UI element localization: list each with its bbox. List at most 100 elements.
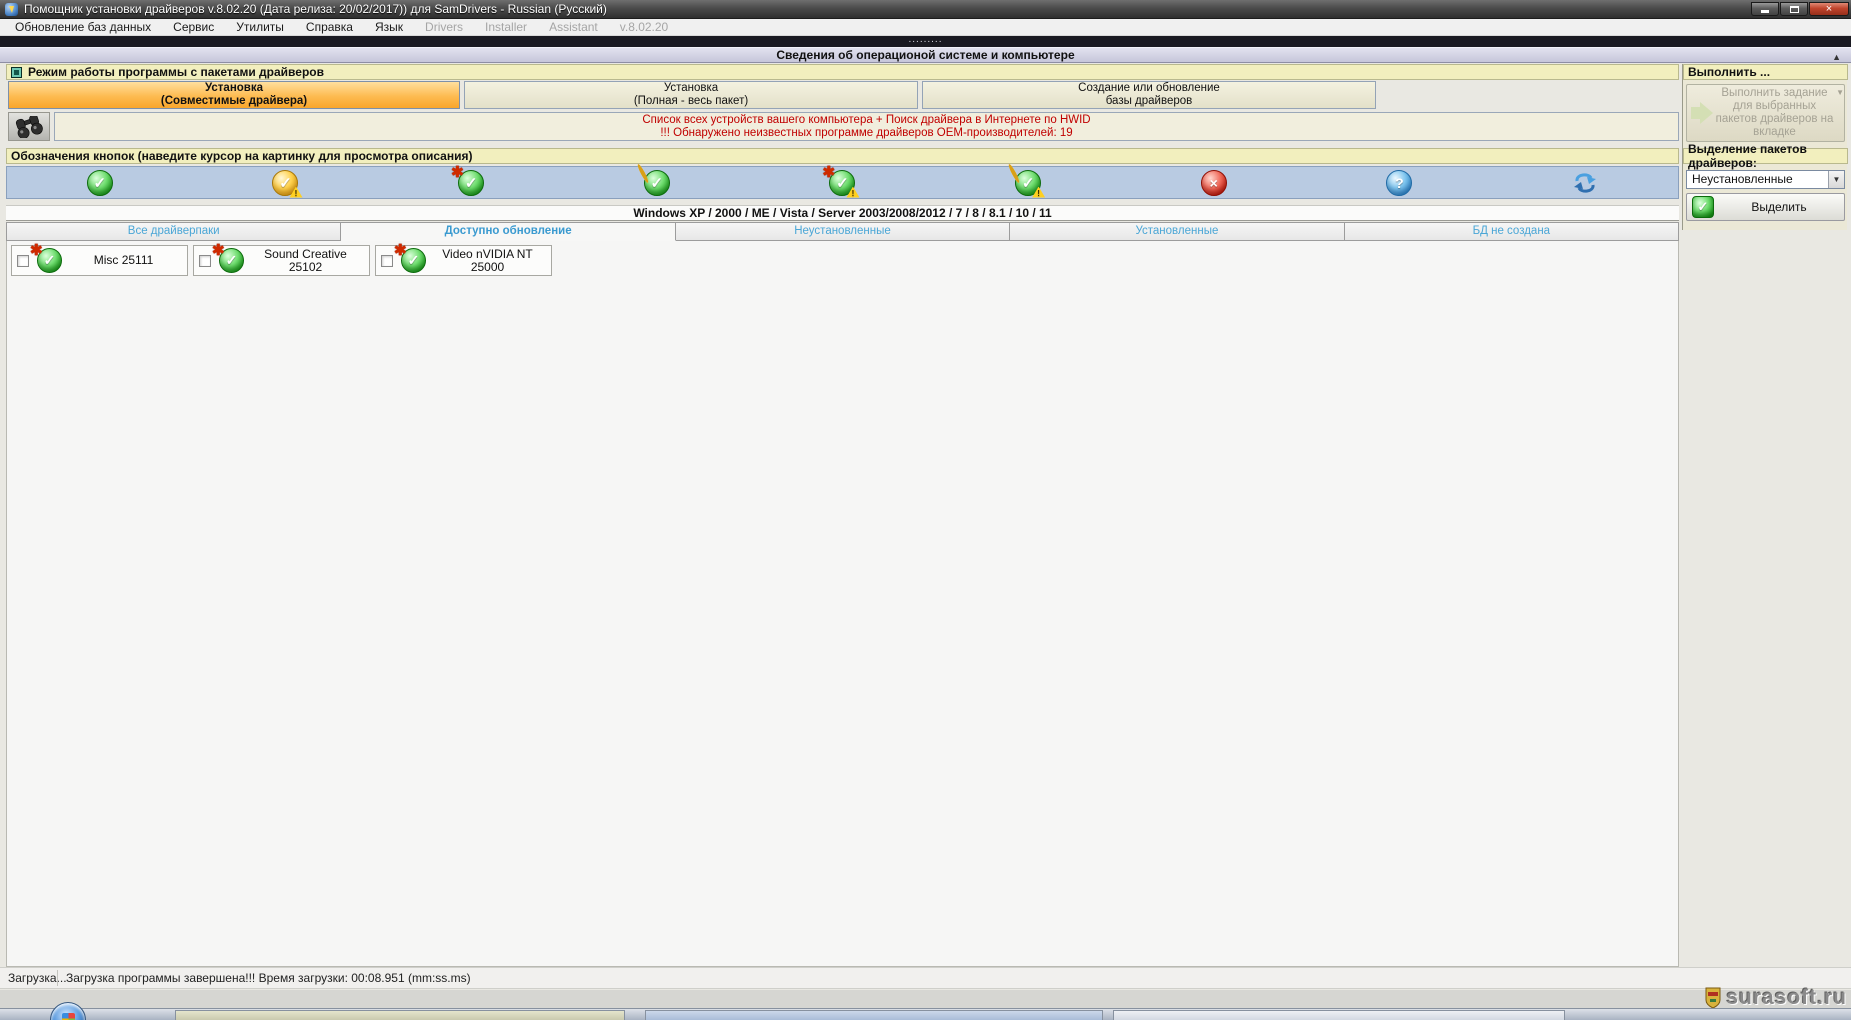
key-overlay-icon <box>1007 162 1023 184</box>
update-available-icon: ✓ ✱ <box>394 242 426 273</box>
mode-button-line1: Создание или обновление <box>1078 82 1220 94</box>
select-section-title: Выделение пакетов драйверов: <box>1688 142 1807 170</box>
legend-title: Обозначения кнопок (наведите курсор на к… <box>11 149 473 163</box>
check-glyph: ✓ <box>836 174 849 192</box>
minimize-icon <box>1761 9 1769 13</box>
system-info-title: Сведения об операционой системе и компью… <box>776 48 1075 62</box>
driver-item-misc[interactable]: ✓ ✱ Misc 25111 <box>11 242 188 276</box>
update-available-icon[interactable]: ✓ ✱ <box>451 164 485 196</box>
tab-all-driverpacks[interactable]: Все драйверпаки <box>6 222 342 241</box>
taskbar-button[interactable] <box>175 1010 625 1020</box>
run-dropdown-arrow-icon[interactable]: ▼ <box>1836 88 1844 97</box>
select-packages-button[interactable]: ✓ Выделить <box>1686 193 1845 221</box>
update-warning-icon[interactable]: ✓ ✱ ! <box>822 164 860 198</box>
driver-label-line1: Video nVIDIA NT <box>442 246 533 261</box>
taskbar-button[interactable] <box>1113 1010 1565 1020</box>
star-overlay-icon: ✱ <box>30 242 43 259</box>
tab-not-installed[interactable]: Неустановленные <box>675 222 1011 241</box>
driver-checkbox[interactable] <box>17 254 29 267</box>
tab-installed[interactable]: Установленные <box>1010 222 1345 241</box>
unknown-status-icon[interactable]: ? <box>1386 169 1413 196</box>
menu-service[interactable]: Сервис <box>162 19 225 36</box>
driver-checkbox[interactable] <box>199 254 211 267</box>
close-button[interactable]: × <box>1809 2 1849 16</box>
desktop-strip <box>0 990 1851 1010</box>
menu-utilities[interactable]: Утилиты <box>225 19 295 36</box>
menu-version: v.8.02.20 <box>619 19 669 34</box>
check-glyph: ✓ <box>93 174 107 192</box>
watermark-text: surasoft.ru <box>1726 986 1847 1009</box>
cross-glyph: × <box>1209 174 1218 191</box>
driver-label-line2: 25000 <box>470 259 505 274</box>
star-overlay-icon: ✱ <box>394 242 407 259</box>
package-filter-dropdown[interactable]: Неустановленные ▼ <box>1686 170 1845 189</box>
check-glyph: ✓ <box>1021 174 1035 192</box>
update-available-icon: ✓ ✱ <box>30 242 62 273</box>
menu-drivers: Drivers <box>425 19 464 34</box>
internet-update-warning-icon[interactable]: ✓ ! <box>1007 162 1046 198</box>
internet-update-icon[interactable]: ✓ <box>636 162 670 196</box>
menu-assistant: Assistant <box>549 19 598 34</box>
installed-ok-icon[interactable]: ✓ <box>86 169 113 196</box>
driver-label: Sound Creative 25102 <box>244 246 369 274</box>
update-available-icon: ✓ ✱ <box>212 242 244 273</box>
status-left: Загрузка... <box>8 971 67 985</box>
hwid-search-button[interactable] <box>8 112 50 141</box>
right-panel: Выполнить ... Выполнить задание для выбр… <box>1682 64 1848 230</box>
refresh-icon[interactable] <box>1572 169 1598 197</box>
mode-button-line2: базы драйверов <box>1105 95 1193 107</box>
question-glyph: ? <box>1395 174 1404 191</box>
driver-tabs: Все драйверпаки Доступно обновление Неус… <box>6 222 1680 241</box>
run-task-button[interactable]: Выполнить задание для выбранных пакетов … <box>1686 84 1845 142</box>
not-installed-icon[interactable]: × <box>1200 169 1227 196</box>
star-overlay-icon: ✱ <box>212 242 225 259</box>
mode-button-line1: Установка <box>204 82 264 94</box>
tab-update-available[interactable]: Доступно обновление <box>341 222 676 241</box>
mode-button-create-database[interactable]: Создание или обновление базы драйверов <box>922 81 1376 109</box>
driver-list-area: ✓ ✱ Misc 25111 ✓ ✱ Sound Creative 25102 … <box>6 241 1679 967</box>
mode-button-line1: Установка <box>663 82 719 94</box>
collapse-arrow-icon[interactable]: ▲ <box>1832 50 1841 65</box>
driver-checkbox[interactable] <box>381 254 393 267</box>
star-overlay-icon: ✱ <box>451 163 464 181</box>
check-icon: ✓ <box>1692 196 1714 218</box>
window-controls: × <box>1751 2 1849 16</box>
maximize-button[interactable] <box>1780 2 1808 16</box>
hwid-line1: Список всех устройств вашего компьютера … <box>642 114 1091 126</box>
menu-help[interactable]: Справка <box>295 19 364 36</box>
mode-button-install-full[interactable]: Установка (Полная - весь пакет) <box>464 81 918 109</box>
mode-section-header: Режим работы программы с пакетами драйве… <box>6 64 1679 80</box>
dropdown-arrow-icon: ▼ <box>1828 171 1844 188</box>
key-overlay-icon <box>636 162 652 184</box>
driver-label: Video nVIDIA NT 25000 <box>426 246 551 274</box>
mode-button-line2: (Совместимые драйвера) <box>160 95 308 107</box>
menu-language[interactable]: Язык <box>364 19 414 36</box>
installed-warning-icon[interactable]: ✓ ! <box>272 169 303 198</box>
legend-icon-row: ✓ ✓ ! ✓ ✱ ✓ ✓ ✱ ! ✓ ! × ? <box>6 162 1679 199</box>
driver-label: Misc 25111 <box>62 254 187 267</box>
close-icon: × <box>1825 3 1833 15</box>
tab-db-not-created[interactable]: БД не создана <box>1344 222 1680 241</box>
check-glyph: ✓ <box>464 174 478 192</box>
menu-installer: Installer <box>485 19 528 34</box>
run-section-title: Выполнить ... <box>1688 65 1771 79</box>
check-glyph: ✓ <box>1697 199 1709 214</box>
hwid-info-panel: Список всех устройств вашего компьютера … <box>54 112 1679 141</box>
mode-button-line2: (Полная - весь пакет) <box>633 95 749 107</box>
driver-item-video-nvidia[interactable]: ✓ ✱ Video nVIDIA NT 25000 <box>375 242 552 276</box>
hwid-line2: !!! Обнаружено неизвестных программе дра… <box>660 127 1073 139</box>
status-message: Загрузка программы завершена!!! Время за… <box>66 971 471 985</box>
menu-update-databases[interactable]: Обновление баз данных <box>4 19 162 36</box>
binoculars-icon <box>15 115 43 138</box>
mode-button-install-compatible[interactable]: Установка (Совместимые драйвера) <box>8 81 460 109</box>
taskbar-button[interactable] <box>645 1010 1103 1020</box>
minimize-button[interactable] <box>1751 2 1779 16</box>
driver-item-sound-creative[interactable]: ✓ ✱ Sound Creative 25102 <box>193 242 370 276</box>
title-bar: Помощник установки драйверов v.8.02.20 (… <box>0 0 1851 19</box>
status-bar: Загрузка... Загрузка программы завершена… <box>0 967 1851 989</box>
driver-label-line1: Sound Creative <box>264 246 347 261</box>
splitter-handle[interactable]: ......... <box>0 35 1851 47</box>
app-icon <box>5 2 18 16</box>
mode-section-icon <box>11 66 22 78</box>
run-arrow-icon <box>1691 102 1713 124</box>
